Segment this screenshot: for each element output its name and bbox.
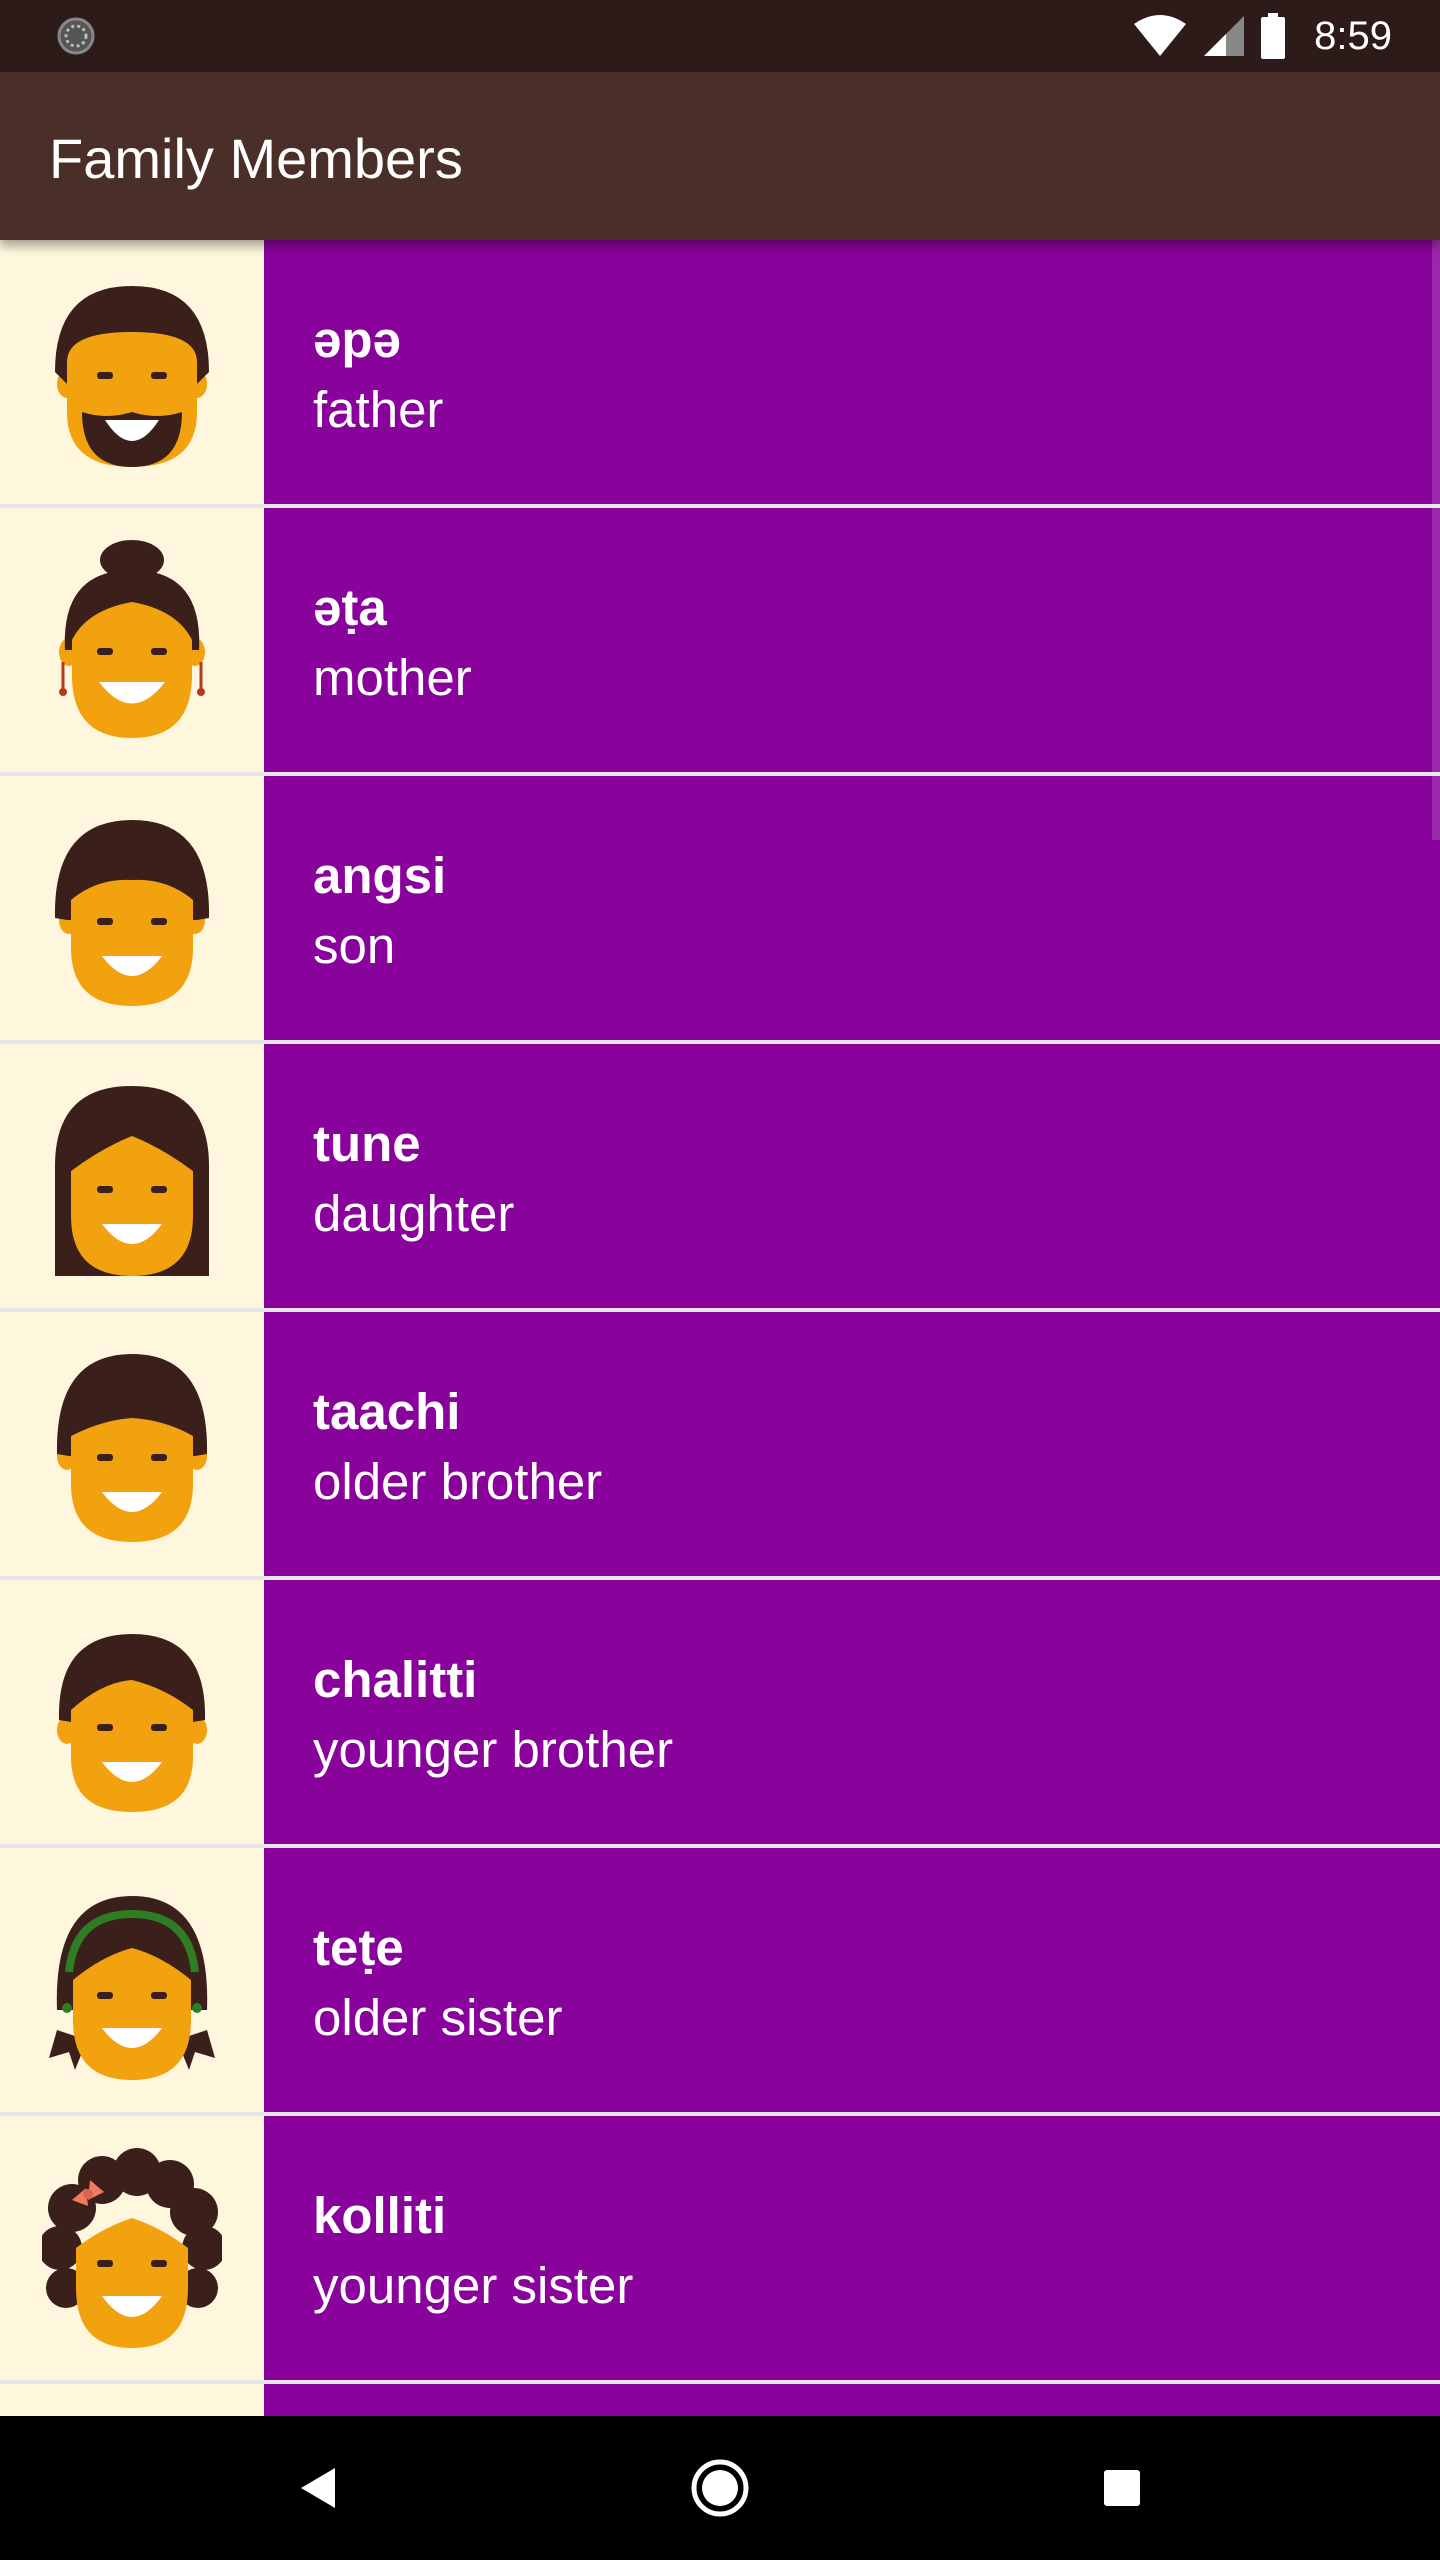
- list-item[interactable]: tune daughter: [0, 1044, 1440, 1308]
- row-text: tune daughter: [264, 1044, 1440, 1308]
- row-image: [0, 1580, 264, 1844]
- battery-icon: [1261, 13, 1286, 59]
- cell-signal-icon: [1204, 16, 1245, 56]
- row-image: [0, 776, 264, 1040]
- miwok-word: əpə: [313, 311, 401, 368]
- list-item[interactable]: əṭa mother: [0, 508, 1440, 772]
- miwok-word: teṭe: [313, 1919, 404, 1976]
- row-image: [0, 1848, 264, 2112]
- row-image: [0, 1044, 264, 1308]
- row-image: [0, 2384, 264, 2416]
- english-word: son: [313, 917, 396, 974]
- app-bar: Family Members: [0, 72, 1440, 240]
- navigation-bar: [0, 2416, 1440, 2560]
- page-title: Family Members: [49, 127, 463, 190]
- scrollbar[interactable]: [1432, 240, 1440, 840]
- english-word: daughter: [313, 1185, 515, 1242]
- english-word: younger sister: [313, 2257, 634, 2314]
- english-word: older sister: [313, 1989, 563, 2046]
- back-icon[interactable]: [281, 2452, 353, 2524]
- row-image: [0, 508, 264, 772]
- row-text: əpə father: [264, 240, 1440, 504]
- miwok-word: taachi: [313, 1383, 461, 1440]
- list-item[interactable]: teṭe older sister: [0, 1848, 1440, 2112]
- english-word: father: [313, 381, 444, 438]
- english-word: mother: [313, 649, 472, 706]
- row-image: [0, 2116, 264, 2380]
- daughter-icon: [55, 1086, 209, 1276]
- miwok-word: əṭa: [313, 579, 387, 636]
- home-icon[interactable]: [684, 2452, 756, 2524]
- miwok-word: kolliti: [313, 2187, 447, 2244]
- older-sister-icon: [49, 1896, 215, 2080]
- row-text: [264, 2384, 1440, 2416]
- row-text: taachi older brother: [264, 1312, 1440, 1576]
- row-text: angsi son: [264, 776, 1440, 1040]
- row-image: [0, 240, 264, 504]
- status-time: 8:59: [1314, 13, 1392, 58]
- row-image: [0, 1312, 264, 1576]
- row-text: əṭa mother: [264, 508, 1440, 772]
- english-word: older brother: [313, 1453, 603, 1510]
- list-item[interactable]: angsi son: [0, 776, 1440, 1040]
- miwok-word: tune: [313, 1115, 421, 1172]
- father-icon: [55, 286, 209, 467]
- wifi-icon: [1134, 15, 1187, 56]
- loading-icon: [57, 17, 95, 55]
- list-item[interactable]: əpə father: [0, 240, 1440, 504]
- older-brother-icon: [56, 1354, 208, 1542]
- list-item[interactable]: [0, 2384, 1440, 2416]
- row-text: kolliti younger sister: [264, 2116, 1440, 2380]
- row-text: teṭe older sister: [264, 1848, 1440, 2112]
- mother-icon: [59, 540, 205, 738]
- row-text: chalitti younger brother: [264, 1580, 1440, 1844]
- list-item[interactable]: chalitti younger brother: [0, 1580, 1440, 1844]
- son-icon: [54, 820, 210, 1006]
- english-word: younger brother: [313, 1721, 674, 1778]
- list-item[interactable]: kolliti younger sister: [0, 2116, 1440, 2380]
- status-bar: 8:59: [0, 0, 1440, 72]
- younger-sister-icon: [42, 2148, 222, 2348]
- miwok-word: angsi: [313, 847, 447, 904]
- list-item[interactable]: taachi older brother: [0, 1312, 1440, 1576]
- miwok-word: chalitti: [313, 1651, 478, 1708]
- younger-brother-icon: [57, 1634, 207, 1812]
- recents-icon[interactable]: [1086, 2452, 1158, 2524]
- word-list[interactable]: əpə father əṭa mother angsi son tune dau…: [0, 240, 1440, 2416]
